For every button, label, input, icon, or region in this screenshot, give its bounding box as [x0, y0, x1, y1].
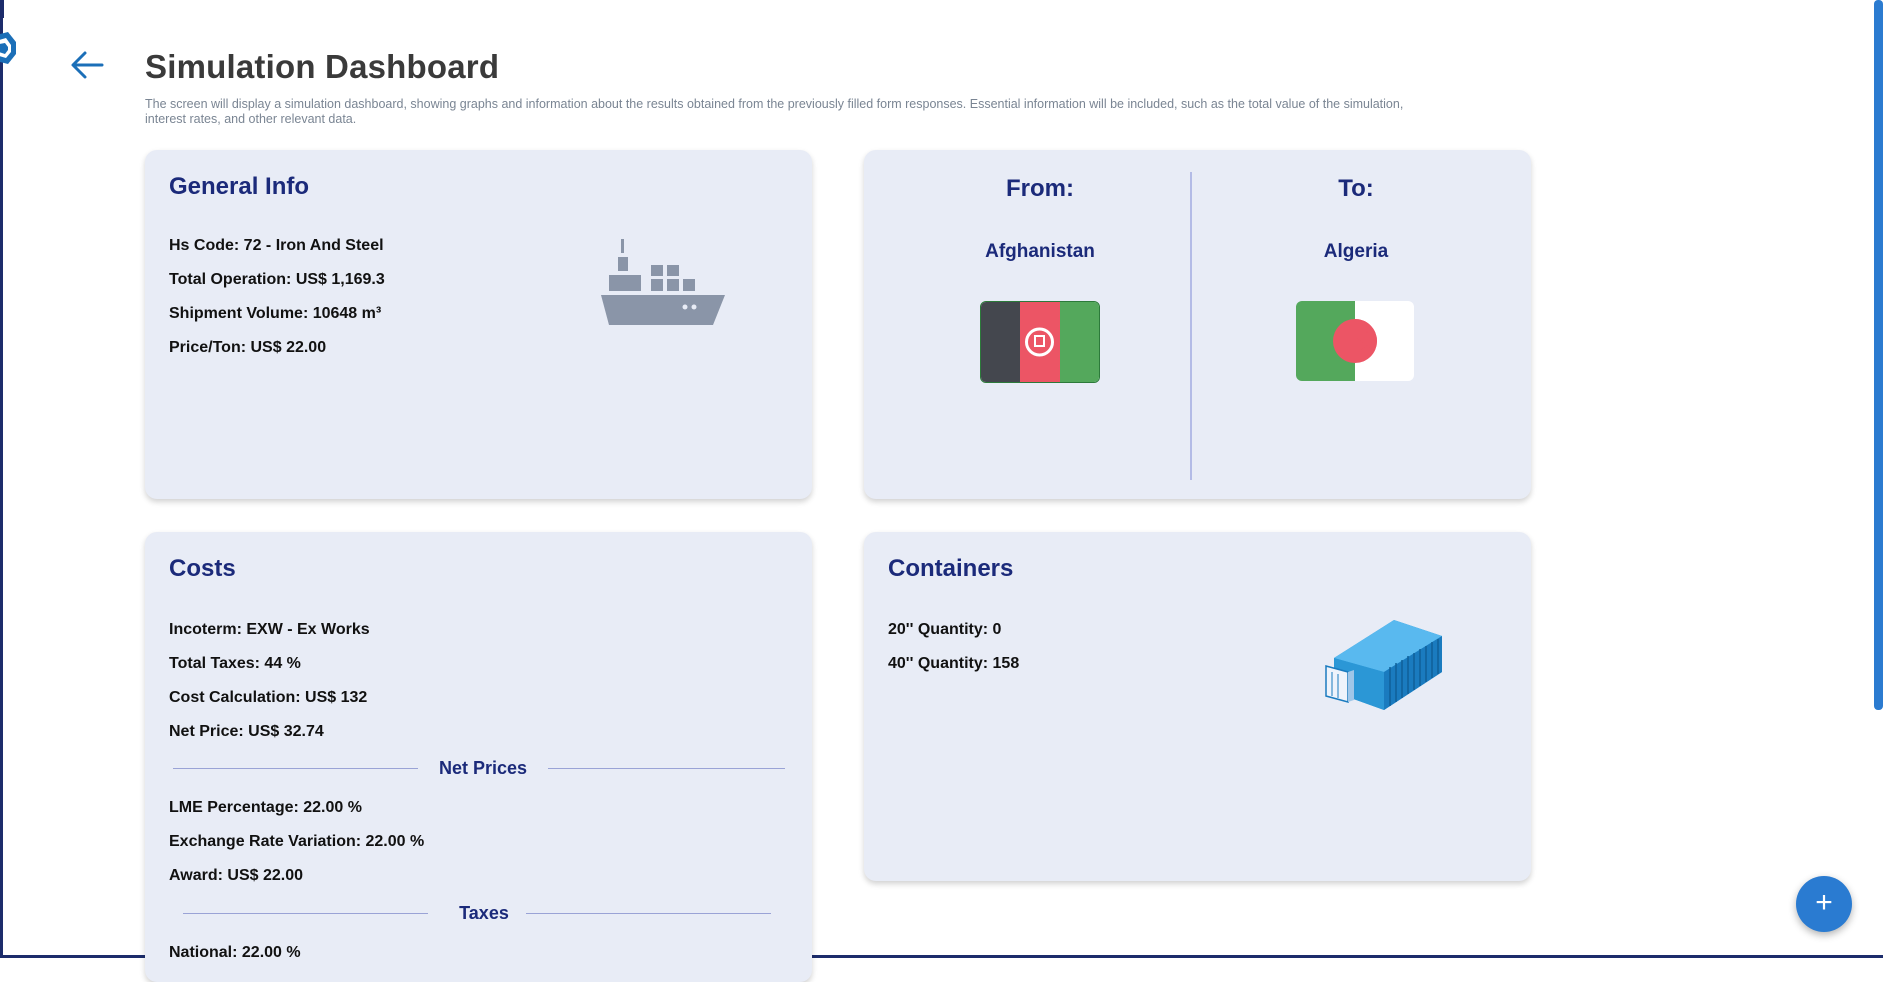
arrow-left-icon[interactable] — [68, 48, 106, 82]
price-ton-text: Price/Ton: US$ 22.00 — [169, 339, 327, 356]
quantity-40-text: 40'' Quantity: 158 — [888, 655, 1020, 672]
shipment-volume-text: Shipment Volume: 10648 m³ — [169, 305, 382, 322]
route-divider — [1190, 172, 1192, 480]
net-prices-heading: Net Prices — [438, 758, 528, 778]
taxes-rule-left — [183, 913, 428, 914]
general-info-title: General Info — [169, 173, 310, 200]
national-text: National: 22.00 % — [169, 944, 301, 961]
taxes-rule-right — [526, 913, 771, 914]
general-info-card: General Info Hs Code: 72 - Iron And Stee… — [145, 150, 812, 499]
award-text: Award: US$ 22.00 — [169, 867, 303, 884]
shipping-container-icon — [1325, 620, 1442, 710]
algeria-flag — [1296, 301, 1414, 381]
route-card: From: To: Afghanistan Algeria — [864, 150, 1531, 499]
containers-title: Containers — [888, 555, 1014, 582]
taxes-heading: Taxes — [459, 903, 509, 923]
total-operation-text: Total Operation: US$ 1,169.3 — [169, 271, 385, 288]
costs-title: Costs — [169, 555, 236, 582]
costs-card: Costs Incoterm: EXW - Ex Works Total Tax… — [145, 532, 812, 982]
to-country: Algeria — [1323, 241, 1389, 262]
lme-percentage-text: LME Percentage: 22.00 % — [169, 799, 362, 816]
to-label: To: — [1338, 175, 1374, 202]
from-label: From: — [1006, 175, 1074, 202]
hs-code-text: Hs Code: 72 - Iron And Steel — [169, 237, 384, 254]
exchange-rate-variation-text: Exchange Rate Variation: 22.00 % — [169, 833, 425, 850]
net-prices-rule-right — [548, 768, 785, 769]
afghanistan-flag — [980, 301, 1100, 383]
cargo-ship-icon — [601, 239, 725, 325]
left-rail — [0, 0, 3, 958]
add-fab-button[interactable]: + — [1796, 876, 1852, 932]
total-taxes-text: Total Taxes: 44 % — [169, 655, 301, 672]
left-rail-marker — [0, 0, 4, 18]
incoterm-text: Incoterm: EXW - Ex Works — [169, 621, 370, 638]
containers-card: Containers 20'' Quantity: 0 40'' Quantit… — [864, 532, 1531, 881]
page-description: The screen will display a simulation das… — [145, 97, 1404, 126]
net-price-text: Net Price: US$ 32.74 — [169, 723, 324, 740]
plus-icon: + — [1815, 886, 1833, 919]
app-logo-icon[interactable] — [0, 32, 18, 64]
from-country: Afghanistan — [985, 241, 1095, 262]
cost-calculation-text: Cost Calculation: US$ 132 — [169, 689, 368, 706]
page-scrollbar[interactable] — [1874, 0, 1883, 710]
quantity-20-text: 20'' Quantity: 0 — [888, 621, 1002, 638]
net-prices-rule-left — [173, 768, 418, 769]
page-title: Simulation Dashboard — [145, 48, 500, 85]
